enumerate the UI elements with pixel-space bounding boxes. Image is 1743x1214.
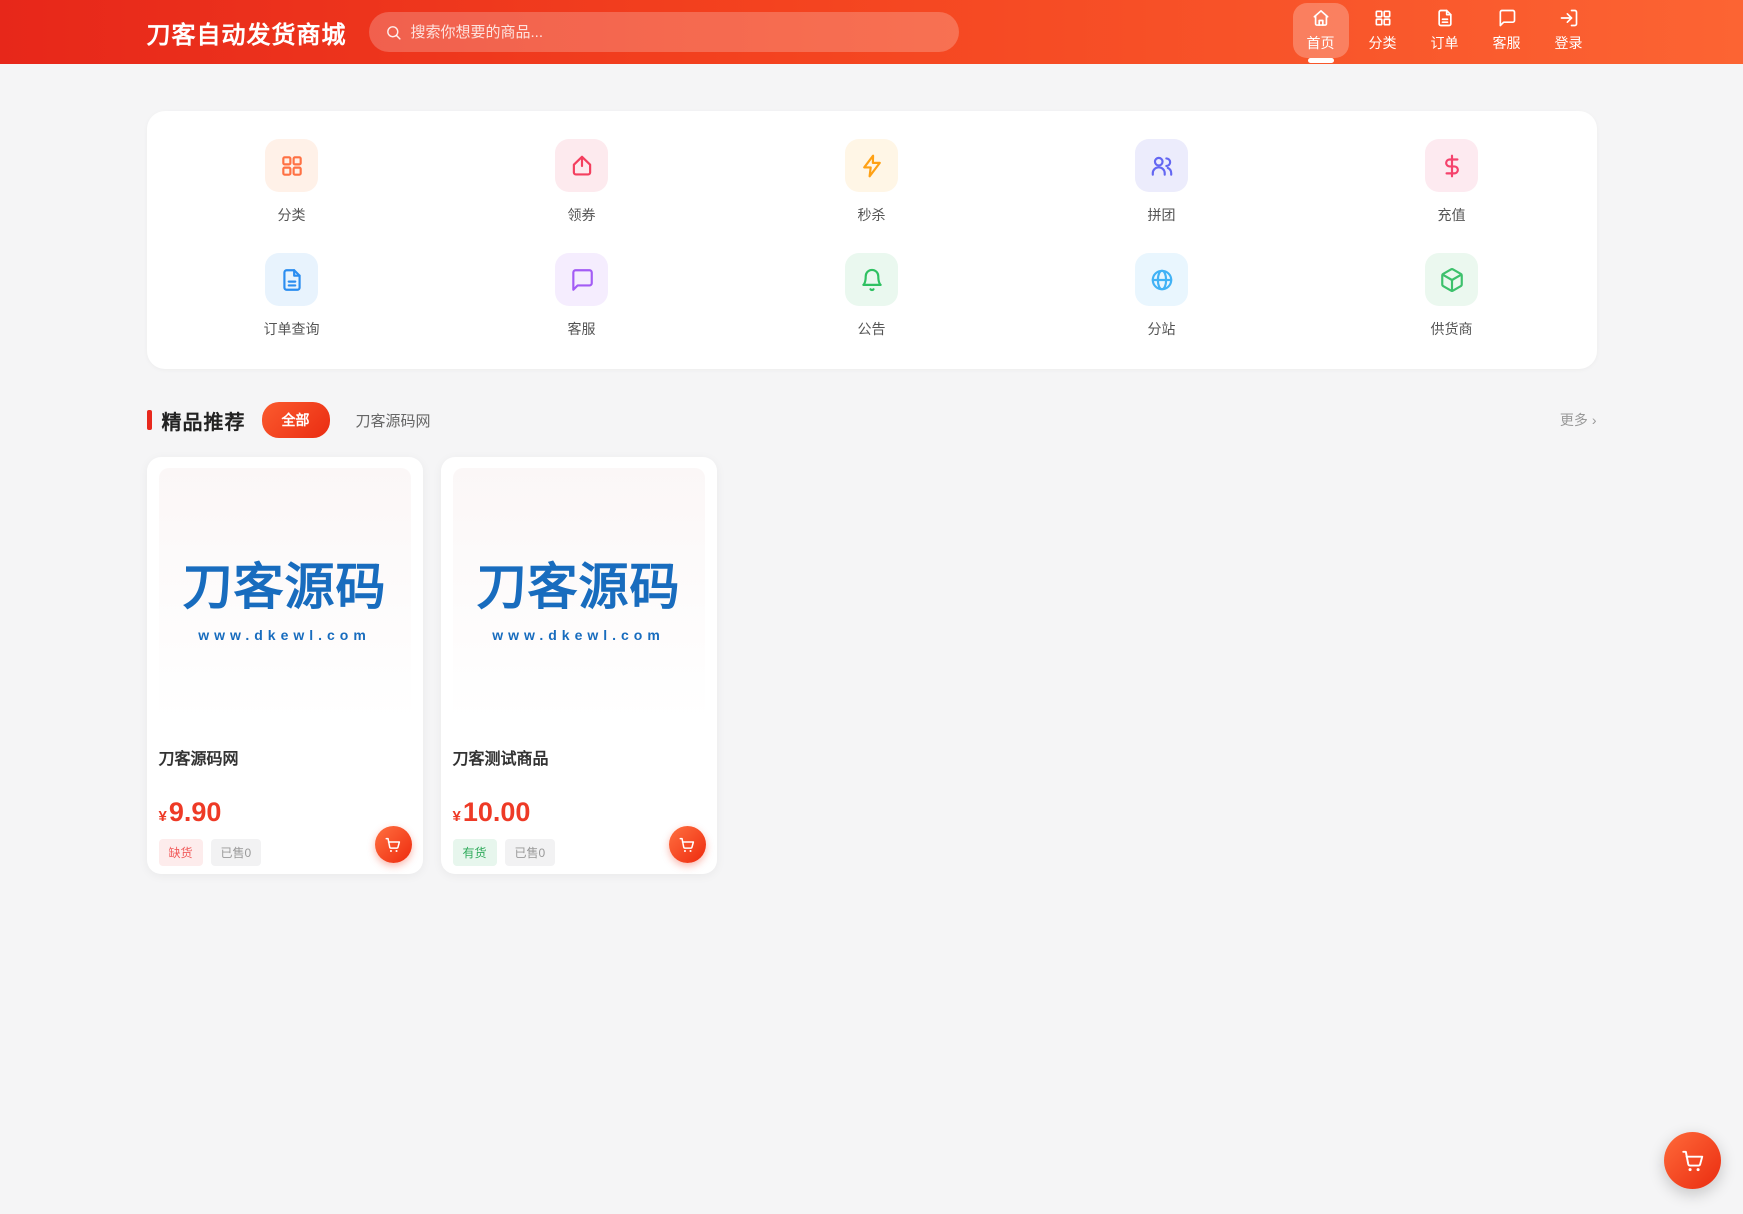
- tab-dkewl[interactable]: 刀客源码网: [356, 410, 431, 431]
- cube-icon: [1425, 253, 1478, 306]
- product-grid: 刀客源码 www.dkewl.com 刀客源码网 ¥ 9.90 缺货 已售0 刀…: [146, 457, 1597, 874]
- navbar-inner: 刀客自动发货商城 首页 分类: [147, 0, 1597, 64]
- users-icon: [1135, 139, 1188, 192]
- grid-icon: [265, 139, 318, 192]
- quick-link-announcement[interactable]: 公告: [727, 253, 1017, 339]
- home-icon: [1311, 8, 1331, 28]
- grid-icon: [1373, 8, 1393, 28]
- product-image-logo-text: 刀客源码: [476, 558, 681, 615]
- quick-link-label: 分站: [1147, 321, 1176, 337]
- chat-icon: [555, 253, 608, 306]
- product-card[interactable]: 刀客源码 www.dkewl.com 刀客源码网 ¥ 9.90 缺货 已售0: [146, 457, 423, 874]
- currency-symbol: ¥: [158, 808, 167, 825]
- quick-link-group-buy[interactable]: 拼团: [1017, 139, 1307, 225]
- coupon-icon: [555, 139, 608, 192]
- search-input[interactable]: [410, 23, 943, 41]
- product-image: 刀客源码 www.dkewl.com: [452, 468, 705, 721]
- floating-cart-button[interactable]: [1664, 1132, 1721, 1189]
- nav-item-label: 分类: [1368, 35, 1397, 51]
- nav-item-label: 登录: [1554, 35, 1583, 51]
- product-image-url-text: www.dkewl.com: [492, 626, 665, 643]
- quick-link-label: 秒杀: [857, 207, 886, 223]
- bell-icon: [845, 253, 898, 306]
- product-image-url-text: www.dkewl.com: [198, 626, 371, 643]
- section-header: 精品推荐 全部 刀客源码网 更多 ›: [146, 402, 1597, 438]
- more-label: 更多: [1559, 412, 1588, 428]
- document-icon: [265, 253, 318, 306]
- quick-link-label: 客服: [567, 321, 596, 337]
- quick-link-label: 领券: [567, 207, 596, 223]
- nav-item-home[interactable]: 首页: [1292, 3, 1349, 63]
- quick-link-label: 分类: [277, 207, 306, 223]
- cart-icon: [384, 836, 402, 854]
- quick-link-coupon[interactable]: 领券: [437, 139, 727, 225]
- stock-badge: 有货: [452, 839, 497, 866]
- quick-link-category[interactable]: 分类: [147, 139, 437, 225]
- quick-link-label: 公告: [857, 321, 886, 337]
- brand-logo[interactable]: 刀客自动发货商城: [147, 15, 347, 50]
- add-to-cart-button[interactable]: [668, 826, 706, 863]
- search-bar[interactable]: [368, 12, 959, 52]
- lightning-icon: [845, 139, 898, 192]
- more-link[interactable]: 更多 ›: [1560, 410, 1597, 430]
- quick-link-recharge[interactable]: 充值: [1307, 139, 1597, 225]
- nav-item-label: 客服: [1492, 35, 1521, 51]
- chat-icon: [1497, 8, 1517, 28]
- tab-all[interactable]: 全部: [261, 402, 330, 438]
- cart-icon: [1680, 1148, 1706, 1174]
- navbar: 刀客自动发货商城 首页 分类: [0, 0, 1743, 64]
- quick-link-support[interactable]: 客服: [437, 253, 727, 339]
- quick-link-supplier[interactable]: 供货商: [1307, 253, 1597, 339]
- search-icon: [385, 24, 402, 41]
- quick-link-label: 订单查询: [263, 321, 320, 337]
- nav-item-category[interactable]: 分类: [1355, 3, 1411, 58]
- product-price: ¥ 9.90: [159, 797, 411, 828]
- nav-item-support[interactable]: 客服: [1479, 3, 1535, 58]
- quick-link-label: 拼团: [1147, 207, 1176, 223]
- currency-symbol: ¥: [452, 808, 461, 825]
- product-image: 刀客源码 www.dkewl.com: [158, 468, 411, 721]
- document-icon: [1435, 8, 1455, 28]
- sold-badge: 已售0: [210, 839, 262, 866]
- sold-badge: 已售0: [504, 839, 556, 866]
- active-tab-indicator: [1307, 58, 1334, 63]
- dollar-icon: [1425, 139, 1478, 192]
- quick-link-label: 充值: [1437, 207, 1466, 223]
- price-value: 9.90: [168, 797, 222, 827]
- product-card[interactable]: 刀客源码 www.dkewl.com 刀客测试商品 ¥ 10.00 有货 已售0: [440, 457, 717, 874]
- nav-item-label: 订单: [1430, 35, 1459, 51]
- quick-link-label: 供货商: [1430, 321, 1473, 337]
- globe-icon: [1135, 253, 1188, 306]
- product-title: 刀客源码网: [158, 751, 239, 768]
- product-price: ¥ 10.00: [453, 797, 705, 828]
- quick-link-order-query[interactable]: 订单查询: [147, 253, 437, 339]
- cart-icon: [678, 836, 696, 854]
- chevron-right-icon: ›: [1591, 412, 1597, 428]
- quick-links-panel: 分类 领券 秒杀 拼团 充值 订单查询 客服 公告 分站 供货商: [146, 111, 1597, 369]
- nav-item-login[interactable]: 登录: [1541, 3, 1597, 58]
- section-title: 精品推荐: [161, 411, 246, 434]
- add-to-cart-button[interactable]: [374, 826, 412, 863]
- product-title: 刀客测试商品: [452, 751, 549, 768]
- product-image-logo-text: 刀客源码: [182, 558, 387, 615]
- nav-item-label: 首页: [1306, 35, 1335, 51]
- price-value: 10.00: [462, 797, 531, 827]
- login-icon: [1559, 8, 1579, 28]
- quick-link-flash-sale[interactable]: 秒杀: [727, 139, 1017, 225]
- section-accent-bar: [146, 410, 152, 430]
- nav-menu: 首页 分类 订单 客服 登录: [1292, 0, 1597, 64]
- badge-row: 有货 已售0: [452, 839, 705, 866]
- stock-badge: 缺货: [158, 839, 203, 866]
- nav-item-orders[interactable]: 订单: [1417, 3, 1473, 58]
- badge-row: 缺货 已售0: [158, 839, 411, 866]
- quick-link-substation[interactable]: 分站: [1017, 253, 1307, 339]
